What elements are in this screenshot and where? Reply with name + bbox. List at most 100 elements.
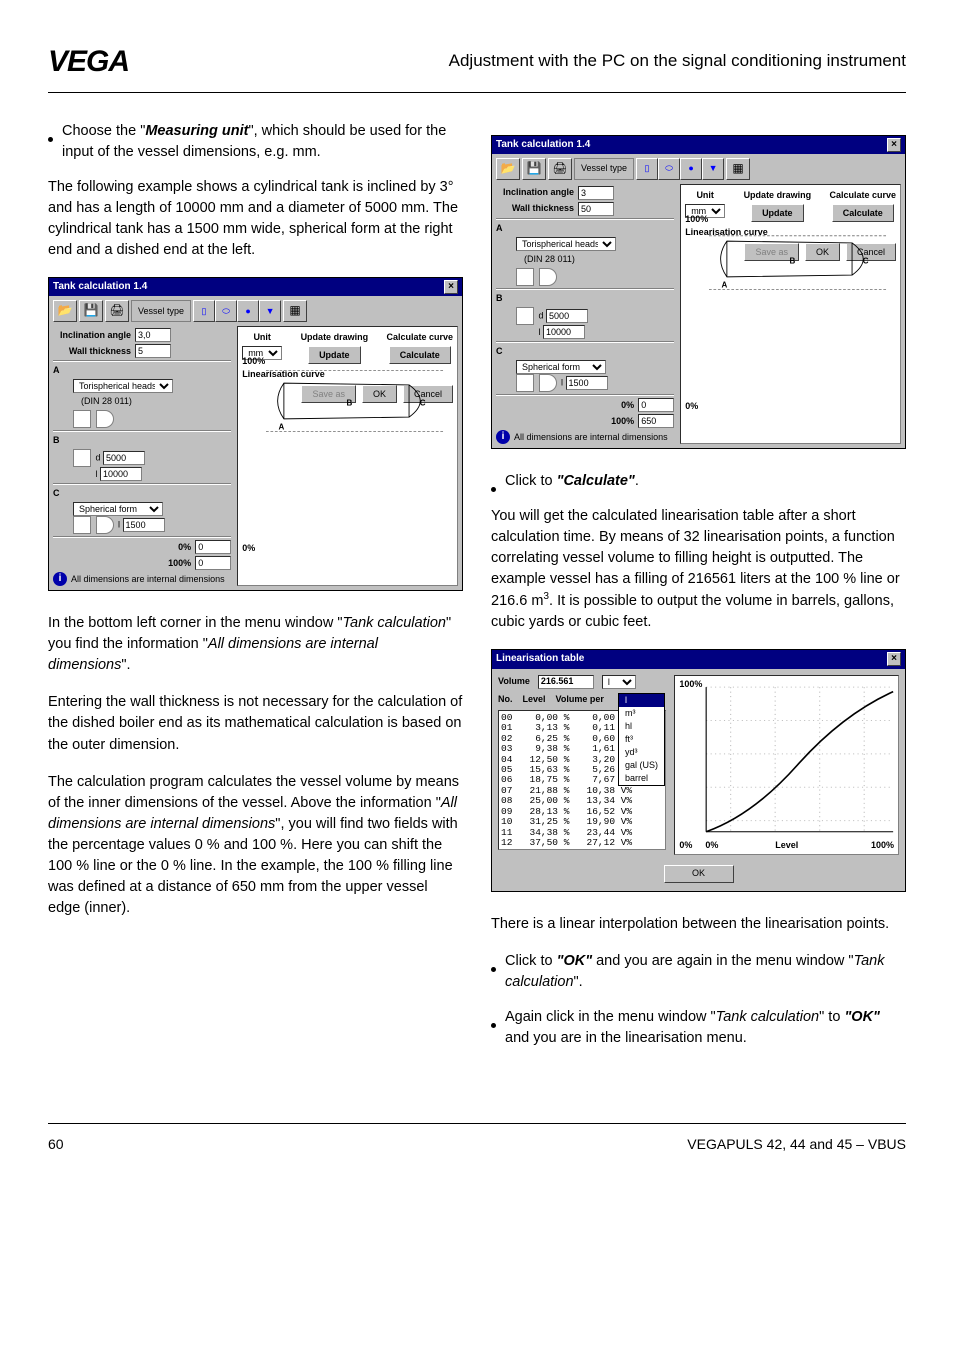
draw-100-label: 100%: [685, 213, 708, 226]
paragraph-bottom-left: In the bottom left corner in the menu wi…: [48, 613, 463, 676]
open-icon[interactable]: 📂: [496, 158, 520, 180]
info-icon: i: [496, 430, 510, 444]
close-icon[interactable]: ×: [887, 652, 901, 666]
unit-option[interactable]: m³: [619, 707, 664, 720]
svg-text:B: B: [790, 256, 796, 265]
unit-option[interactable]: l: [619, 694, 664, 707]
zero-pct-input[interactable]: [195, 540, 231, 554]
save-icon[interactable]: 💾: [79, 300, 103, 322]
volume-unit-select[interactable]: l: [602, 675, 636, 689]
hund-pct-label: 100%: [168, 557, 191, 570]
unit-option[interactable]: barrel: [619, 772, 664, 785]
unit-option[interactable]: ft³: [619, 733, 664, 746]
section-c-select[interactable]: Spherical form: [73, 502, 163, 516]
section-a-head: A: [496, 222, 674, 235]
head-icon-dish: [96, 410, 114, 428]
head-icon-rect: [73, 410, 91, 428]
calc-col-label: Calculate curve: [386, 331, 453, 344]
paragraph-wall-thickness: Entering the wall thickness is not neces…: [48, 692, 463, 755]
c-length-input[interactable]: [123, 518, 165, 532]
svg-text:C: C: [420, 399, 426, 408]
section-b-head: B: [53, 434, 231, 447]
cyl-icon: [516, 307, 534, 325]
hund-pct-input[interactable]: [195, 556, 231, 570]
cyl-icon: [73, 449, 91, 467]
wall-thickness-label: Wall thickness: [496, 202, 574, 215]
length-input[interactable]: [543, 325, 585, 339]
linearisation-graph: 100% 0% 0% Level 100%: [674, 675, 899, 855]
open-icon[interactable]: 📂: [53, 300, 77, 322]
info-text: All dimensions are internal dimensions: [71, 573, 225, 586]
info-text: All dimensions are internal dimensions: [514, 431, 668, 444]
unit-option[interactable]: gal (US): [619, 759, 664, 772]
close-icon[interactable]: ×: [887, 138, 901, 152]
text: Choose the ": [62, 123, 145, 139]
calc-col-label: Calculate curve: [829, 189, 896, 202]
shape-cyl-horiz-icon[interactable]: ⬭: [658, 158, 680, 180]
info-icon: i: [53, 572, 67, 586]
shape-sphere-icon[interactable]: ●: [680, 158, 702, 180]
diameter-input[interactable]: [103, 451, 145, 465]
section-c-select[interactable]: Spherical form: [516, 360, 606, 374]
zero-pct-label: 0%: [621, 399, 634, 412]
bullet-calculate: Click to "Calculate".: [491, 471, 906, 492]
unit-dropdown-open[interactable]: l m³ hl ft³ yd³ gal (US) barrel: [618, 693, 665, 786]
head-icon-rect: [516, 268, 534, 286]
shape-sphere-icon[interactable]: ●: [237, 300, 259, 322]
inclination-input[interactable]: [578, 186, 614, 200]
col-no: No.: [498, 693, 513, 706]
d-label: d: [96, 453, 101, 463]
shape-cone-icon[interactable]: ▼: [702, 158, 724, 180]
bullet-ok-1: Click to "OK" and you are again in the m…: [491, 951, 906, 993]
zero-pct-input[interactable]: [638, 398, 674, 412]
dialog-titlebar: Tank calculation 1.4 ×: [49, 278, 462, 297]
inclination-input[interactable]: [135, 328, 171, 342]
din-note: (DIN 28 011): [516, 251, 674, 268]
col-volper: Volume per: [556, 693, 604, 706]
dialog-titlebar: Tank calculation 1.4 ×: [492, 136, 905, 155]
vessel-type-label: Vessel type: [131, 300, 191, 322]
linearisation-dialog: Linearisation table × Volume 216.561 l l…: [491, 649, 906, 892]
head-icon-dish: [539, 268, 557, 286]
print-icon[interactable]: 🖨: [548, 158, 572, 180]
length-input[interactable]: [100, 467, 142, 481]
x-axis-label: Level: [775, 839, 798, 852]
volume-label: Volume: [498, 675, 530, 688]
ok-button[interactable]: OK: [664, 865, 734, 883]
save-icon[interactable]: 💾: [522, 158, 546, 180]
y-axis-100: 100%: [679, 678, 702, 691]
calculator-icon[interactable]: ▦: [726, 158, 750, 180]
end-icon-rect: [516, 374, 534, 392]
inclination-label: Inclination angle: [53, 329, 131, 342]
wall-thickness-input[interactable]: [578, 202, 614, 216]
dialog-title-text: Tank calculation 1.4: [496, 138, 590, 153]
end-icon-sphere: [539, 374, 557, 392]
vessel-type-label: Vessel type: [574, 158, 634, 180]
wall-thickness-input[interactable]: [135, 344, 171, 358]
diameter-input[interactable]: [546, 309, 588, 323]
close-icon[interactable]: ×: [444, 280, 458, 294]
din-note: (DIN 28 011): [73, 393, 231, 410]
wall-thickness-label: Wall thickness: [53, 345, 131, 358]
y-axis-0: 0%: [679, 839, 692, 852]
shape-cyl-vert-icon[interactable]: ▯: [193, 300, 215, 322]
vessel-drawing: A B C: [266, 351, 445, 451]
shape-cyl-horiz-icon[interactable]: ⬭: [215, 300, 237, 322]
bullet-dot: [491, 958, 505, 964]
page-title: Adjustment with the PC on the signal con…: [129, 49, 906, 74]
calculator-icon[interactable]: ▦: [283, 300, 307, 322]
shape-cone-icon[interactable]: ▼: [259, 300, 281, 322]
print-icon[interactable]: 🖨: [105, 300, 129, 322]
unit-option[interactable]: yd³: [619, 746, 664, 759]
section-a-select[interactable]: Torispherical heads: [516, 237, 616, 251]
update-col-label: Update drawing: [301, 331, 369, 344]
section-a-select[interactable]: Torispherical heads: [73, 379, 173, 393]
bullet-dot: [491, 1014, 505, 1020]
shape-cyl-vert-icon[interactable]: ▯: [636, 158, 658, 180]
end-icon-sphere: [96, 516, 114, 534]
unit-option[interactable]: hl: [619, 720, 664, 733]
paragraph-interp: There is a linear interpolation between …: [491, 914, 906, 935]
c-length-input[interactable]: [566, 376, 608, 390]
hund-pct-input[interactable]: [638, 414, 674, 428]
dialog-titlebar: Linearisation table ×: [492, 650, 905, 669]
